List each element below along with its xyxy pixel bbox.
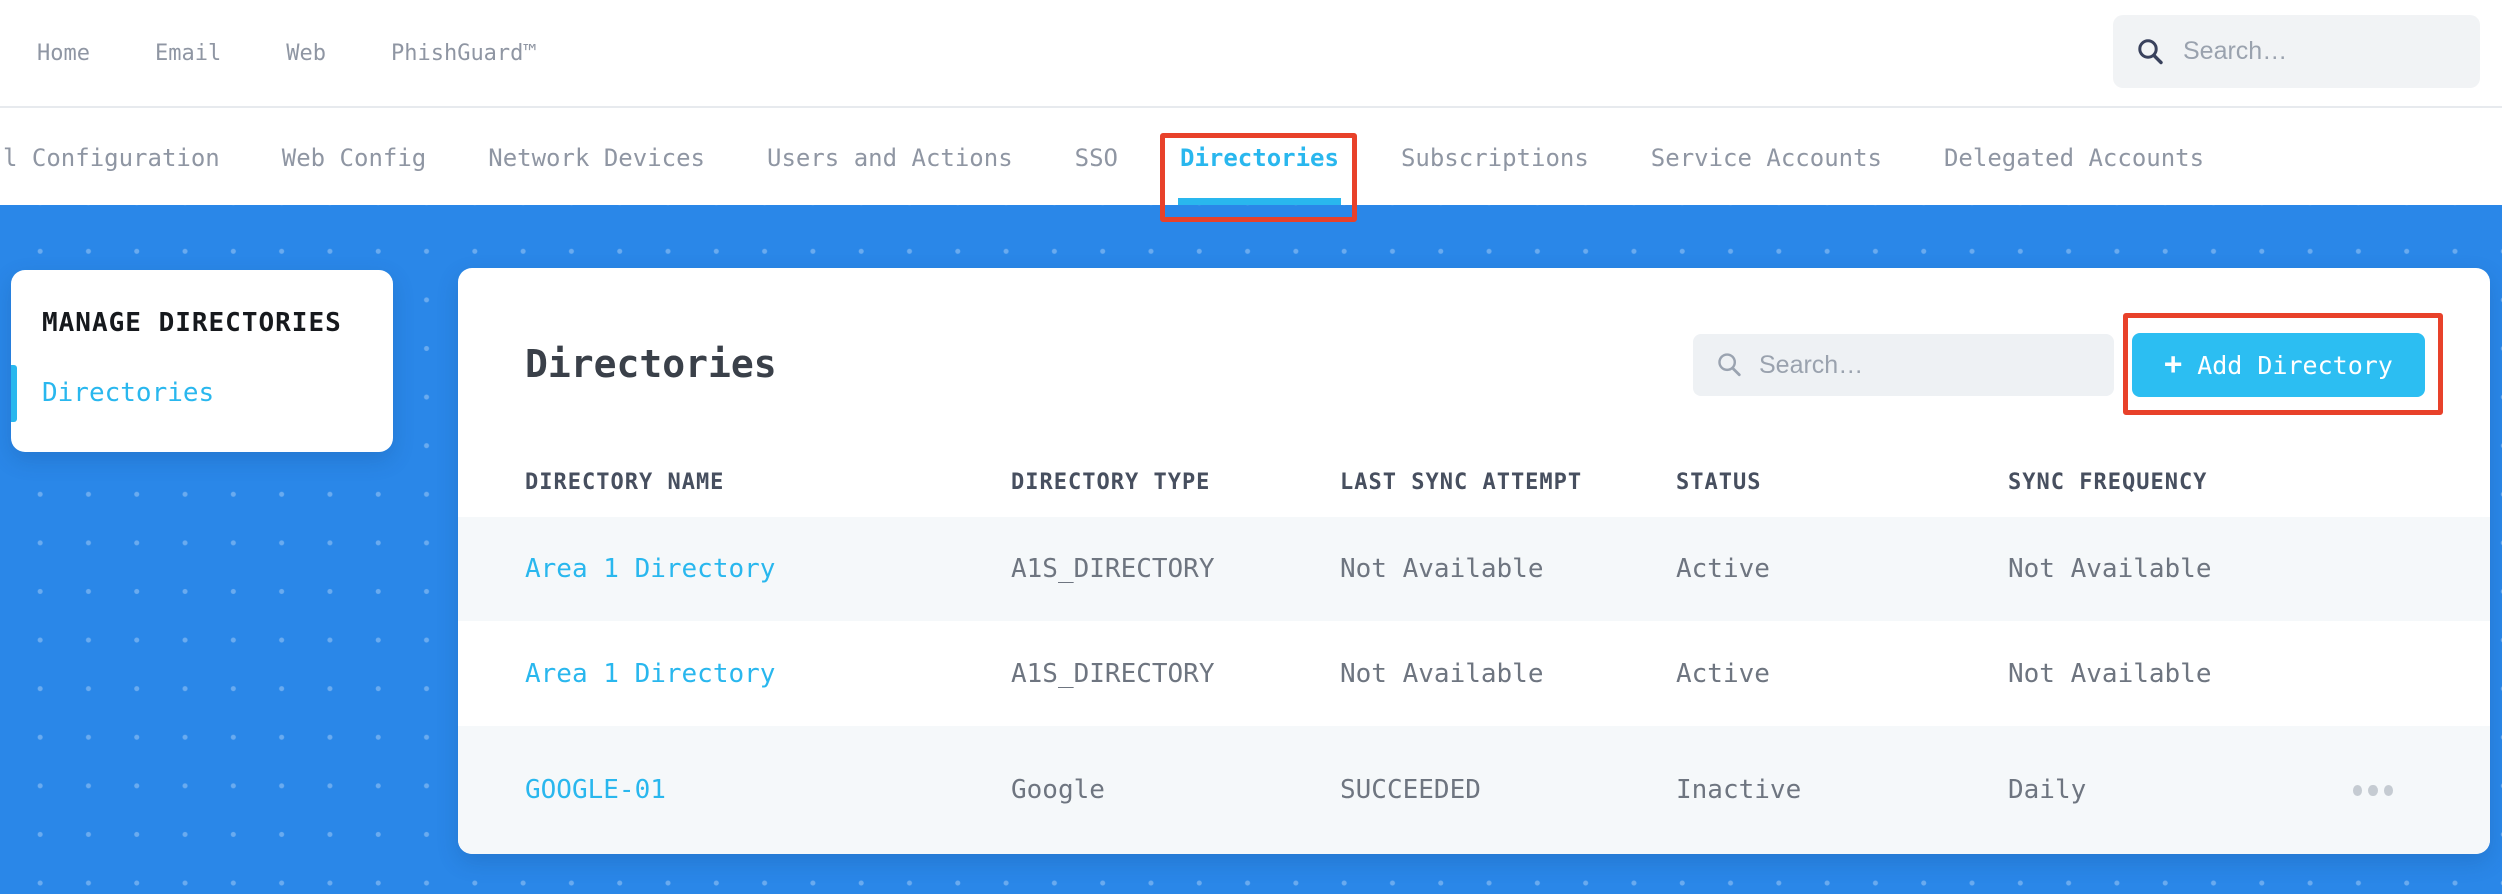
status-cell: Active xyxy=(1676,658,1770,689)
table-row: GOOGLE-01 Google SUCCEEDED Inactive Dail… xyxy=(458,726,2490,854)
sidebar-active-indicator xyxy=(11,365,17,422)
directory-type-cell: A1S_DIRECTORY xyxy=(1011,554,1215,584)
directories-search[interactable] xyxy=(1693,334,2114,396)
directory-name-link[interactable]: Area 1 Directory xyxy=(525,659,1011,689)
search-icon xyxy=(2138,38,2163,64)
column-header-directory-name: DIRECTORY NAME xyxy=(525,470,725,495)
directory-type-cell: A1S_DIRECTORY xyxy=(1011,658,1215,689)
top-nav-item-web[interactable]: Web xyxy=(286,41,326,66)
add-directory-button-label: Add Directory xyxy=(2197,350,2393,380)
directories-panel-body: Directories + Add Directory DIRECTORY NA… xyxy=(458,268,2490,854)
directory-name-link[interactable]: GOOGLE-01 xyxy=(525,775,1011,805)
content-canvas: MANAGE DIRECTORIES Directories Directori… xyxy=(0,205,2502,894)
plus-icon: + xyxy=(2164,347,2183,382)
top-nav-item-email[interactable]: Email xyxy=(155,41,221,66)
global-search[interactable] xyxy=(2113,15,2502,88)
top-nav: Home Email Web PhishGuard™ xyxy=(0,0,2502,108)
tab-configuration[interactable]: l Configuration xyxy=(3,110,220,205)
directories-search-input[interactable] xyxy=(1759,350,2092,380)
sync-frequency-cell: Daily xyxy=(2008,775,2087,805)
status-cell: Inactive xyxy=(1676,775,1802,805)
global-search-input[interactable] xyxy=(2183,37,2502,66)
directories-panel: Directories + Add Directory DIRECTORY NA… xyxy=(458,268,2490,854)
last-sync-cell: Not Available xyxy=(1340,658,1544,689)
tab-sso[interactable]: SSO xyxy=(1075,110,1118,205)
column-header-last-sync-attempt: LAST SYNC ATTEMPT xyxy=(1340,470,1583,495)
panel-title: Directories xyxy=(525,342,777,386)
directories-table: DIRECTORY NAME DIRECTORY TYPE LAST SYNC … xyxy=(458,448,2490,854)
tab-directories[interactable]: Directories xyxy=(1160,110,1357,222)
tab-subscriptions[interactable]: Subscriptions xyxy=(1401,110,1589,205)
tab-web-config[interactable]: Web Config xyxy=(282,110,427,205)
tab-delegated-accounts[interactable]: Delegated Accounts xyxy=(1944,110,2204,205)
search-icon xyxy=(1718,353,1741,377)
add-directory-button[interactable]: + Add Directory xyxy=(2132,333,2425,397)
column-header-directory-type: DIRECTORY TYPE xyxy=(1011,470,1211,495)
column-header-status: STATUS xyxy=(1676,470,1762,495)
settings-sub-nav: l Configuration Web Config Network Devic… xyxy=(0,110,2502,222)
row-actions-menu-icon[interactable] xyxy=(2353,784,2393,796)
sync-frequency-cell: Not Available xyxy=(2008,554,2212,584)
table-header-row: DIRECTORY NAME DIRECTORY TYPE LAST SYNC … xyxy=(458,448,2490,517)
sidebar-item-directories[interactable]: Directories xyxy=(42,378,214,408)
tab-service-accounts[interactable]: Service Accounts xyxy=(1651,110,1882,205)
top-nav-item-home[interactable]: Home xyxy=(37,41,90,66)
table-row: Area 1 Directory A1S_DIRECTORY Not Avail… xyxy=(458,517,2490,621)
tab-network-devices[interactable]: Network Devices xyxy=(488,110,705,205)
column-header-sync-frequency: SYNC FREQUENCY xyxy=(2008,470,2208,495)
top-nav-item-phishguard[interactable]: PhishGuard™ xyxy=(391,41,537,66)
sidebar-card-title: MANAGE DIRECTORIES xyxy=(42,308,342,338)
sync-frequency-cell: Not Available xyxy=(2008,658,2212,689)
last-sync-cell: SUCCEEDED xyxy=(1340,775,1481,805)
table-row: Area 1 Directory A1S_DIRECTORY Not Avail… xyxy=(458,621,2490,726)
directory-type-cell: Google xyxy=(1011,775,1105,805)
last-sync-cell: Not Available xyxy=(1340,554,1544,584)
manage-directories-card: MANAGE DIRECTORIES Directories xyxy=(11,270,393,452)
tab-users-and-actions[interactable]: Users and Actions xyxy=(767,110,1013,205)
status-cell: Active xyxy=(1676,554,1770,584)
directory-name-link[interactable]: Area 1 Directory xyxy=(525,554,1011,584)
tab-directories-label: Directories xyxy=(1180,143,1339,172)
app-window: Home Email Web PhishGuard™ l Configurati… xyxy=(0,0,2502,894)
